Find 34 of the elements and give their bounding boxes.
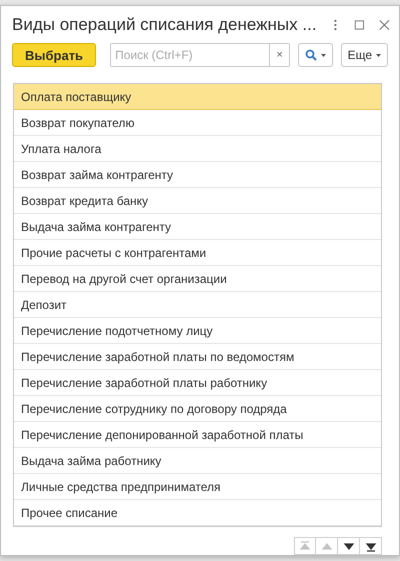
- select-button[interactable]: Выбрать: [12, 43, 96, 67]
- list-item[interactable]: Перечисление подотчетному лицу: [14, 318, 381, 344]
- more-button[interactable]: Еще: [340, 43, 388, 67]
- list-item[interactable]: Оплата поставщику: [14, 84, 381, 110]
- list-item[interactable]: Перечисление депонированной заработной платы: [14, 422, 381, 448]
- list-item[interactable]: Перечисление сотруднику по договору подряда: [14, 396, 381, 422]
- close-icon[interactable]: [378, 18, 391, 32]
- list-item[interactable]: Возврат займа контрагенту: [14, 162, 381, 188]
- list-item[interactable]: Депозит: [14, 292, 381, 318]
- list-item[interactable]: Прочие расчеты с контрагентами: [14, 240, 381, 266]
- caret-icon: [376, 54, 381, 56]
- first-page-icon: [299, 540, 311, 552]
- down-arrow-icon: [342, 540, 354, 552]
- maximize-icon[interactable]: [353, 18, 366, 32]
- last-button[interactable]: [360, 537, 382, 555]
- down-button[interactable]: [338, 537, 360, 555]
- list-item[interactable]: Личные средства предпринимателя: [14, 474, 381, 500]
- list-item[interactable]: Перечисление заработной платы по ведомостям: [14, 344, 381, 370]
- list-item[interactable]: Выдача займа работнику: [14, 448, 381, 474]
- window-title: Виды операций списания денежных ...: [12, 14, 317, 34]
- list-item[interactable]: Возврат кредита банку: [14, 188, 381, 214]
- clear-button[interactable]: ×: [269, 44, 290, 66]
- search-field[interactable]: Поиск (Ctrl+F) ×: [110, 43, 290, 67]
- list-item[interactable]: Прочее списание: [14, 500, 381, 526]
- last-page-icon: [364, 540, 376, 552]
- search-icon: [305, 49, 318, 61]
- search-dropdown-button[interactable]: [298, 43, 334, 67]
- list-item[interactable]: Перечисление заработной платы работнику: [14, 370, 381, 396]
- list-item[interactable]: Выдача займа контрагенту: [14, 214, 381, 240]
- up-arrow-icon: [320, 540, 332, 552]
- list-item[interactable]: Перевод на другой счет организации: [14, 266, 381, 292]
- caret-icon: [321, 54, 326, 56]
- list-item[interactable]: Возврат покупателю: [14, 110, 381, 136]
- list-item[interactable]: Уплата налога: [14, 136, 381, 162]
